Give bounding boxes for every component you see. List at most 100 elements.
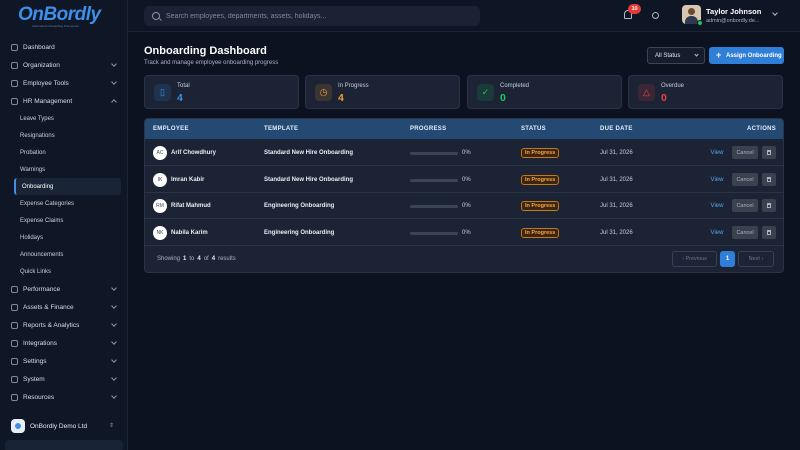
stat-value: 4: [177, 92, 183, 104]
sidebar-subitem-holidays[interactable]: Holidays: [0, 229, 128, 246]
alert-triangle-icon: △: [638, 84, 655, 101]
progress-bar: [410, 232, 458, 235]
users-icon: [11, 97, 18, 105]
stat-card-overdue: △ Overdue 0: [628, 75, 783, 109]
sidebar-item-performance[interactable]: Performance: [0, 280, 128, 298]
employee-avatar: NK: [153, 226, 167, 240]
view-button[interactable]: View: [707, 174, 727, 185]
sidebar-item-reports-analytics[interactable]: Reports & Analytics: [0, 316, 128, 334]
sidebar-item-label: Dashboard: [23, 43, 55, 51]
sidebar-subitem-warnings[interactable]: Warnings: [0, 161, 128, 178]
sidebar-nav: Dashboard Organization Employee Tools HR…: [0, 38, 128, 406]
sidebar-subitem-leave-types[interactable]: Leave Types: [0, 110, 128, 127]
report-icon: [11, 321, 18, 329]
page-title: Onboarding Dashboard: [144, 45, 267, 57]
user-email: admin@onbordly.de...: [706, 18, 760, 24]
sidebar-subitem-quick-links[interactable]: Quick Links: [0, 263, 128, 280]
previous-page-button[interactable]: ‹ Previous: [672, 251, 717, 267]
sidebar-subitem-resignations[interactable]: Resignations: [0, 127, 128, 144]
trash-icon[interactable]: [762, 199, 776, 212]
sidebar-item-settings[interactable]: Settings: [0, 352, 128, 370]
sidebar-item-organization[interactable]: Organization: [0, 56, 128, 74]
sidebar-item-resources[interactable]: Resources: [0, 388, 128, 406]
trash-icon[interactable]: [762, 226, 776, 239]
plug-icon: [11, 339, 18, 347]
table-row: AC Arif Chowdhury Standard New Hire Onbo…: [145, 139, 783, 166]
sidebar-subitem-probation[interactable]: Probation: [0, 144, 128, 161]
sidebar-item-hr-management[interactable]: HR Management: [0, 92, 128, 110]
results-total: 4: [211, 256, 216, 262]
cancel-button[interactable]: Cancel: [732, 173, 758, 186]
chevron-down-icon[interactable]: [772, 10, 778, 16]
status-badge: In Progress: [521, 228, 560, 238]
search-bar[interactable]: [144, 6, 480, 26]
progress-percent: 0%: [462, 203, 471, 209]
online-status-dot: [697, 20, 703, 26]
org-name: OnBordly Demo Ltd: [30, 422, 88, 430]
trash-icon[interactable]: [762, 173, 776, 186]
sidebar-item-label: Assets & Finance: [23, 303, 74, 311]
stat-value: 0: [661, 92, 667, 104]
sidebar-subitem-expense-claims[interactable]: Expense Claims: [0, 212, 128, 229]
sidebar-item-integrations[interactable]: Integrations: [0, 334, 128, 352]
org-switcher[interactable]: OnBordly Demo Ltd ⇕: [6, 414, 122, 438]
view-button[interactable]: View: [707, 227, 727, 238]
status-badge: In Progress: [521, 148, 560, 158]
search-input[interactable]: [166, 12, 466, 20]
page-number-button[interactable]: 1: [720, 251, 735, 267]
next-page-button[interactable]: Next ›: [738, 251, 774, 267]
progress-percent: 0%: [462, 150, 471, 156]
sidebar-item-assets-finance[interactable]: Assets & Finance: [0, 298, 128, 316]
sidebar-subitem-announcements[interactable]: Announcements: [0, 246, 128, 263]
view-button[interactable]: View: [707, 147, 727, 158]
sun-icon[interactable]: [652, 12, 659, 19]
topbar: 10 Taylor Johnson admin@onbordly.de...: [128, 0, 800, 32]
page-subtitle: Track and manage employee onboarding pro…: [144, 60, 279, 66]
cancel-button[interactable]: Cancel: [732, 199, 758, 212]
status-badge: In Progress: [521, 175, 560, 185]
status-filter-value: All Status: [655, 52, 681, 59]
trash-icon[interactable]: [762, 146, 776, 159]
progress-bar: [410, 179, 458, 182]
employee-avatar: RM: [153, 199, 167, 213]
chevron-down-icon: [111, 393, 117, 399]
progress-bar: [410, 205, 458, 208]
sidebar-item-employee-tools[interactable]: Employee Tools: [0, 74, 128, 92]
onboarding-table: EMPLOYEE TEMPLATE PROGRESS STATUS DUE DA…: [144, 118, 784, 273]
to-word: to: [189, 256, 195, 262]
view-button[interactable]: View: [707, 200, 727, 211]
employee-name: Imran Kabir: [171, 177, 205, 183]
cancel-button[interactable]: Cancel: [732, 226, 758, 239]
sidebar-item-label: Resources: [23, 393, 55, 401]
sidebar-item-system[interactable]: System: [0, 370, 128, 388]
chevron-down-icon: [111, 375, 117, 381]
sidebar-item-label: Reports & Analytics: [23, 321, 80, 329]
logo-tagline: Automated Onboarding Framework: [32, 24, 79, 28]
showing-word: Showing: [157, 256, 181, 262]
stat-value: 4: [338, 92, 344, 104]
status-filter-select[interactable]: All Status: [647, 47, 705, 64]
stat-label: Completed: [500, 83, 530, 89]
sidebar-item-dashboard[interactable]: Dashboard: [0, 38, 128, 56]
table-header: EMPLOYEE TEMPLATE PROGRESS STATUS DUE DA…: [145, 119, 783, 139]
wallet-icon: [11, 303, 18, 311]
book-icon: [11, 393, 18, 401]
of-word: of: [203, 256, 209, 262]
sidebar-subitem-expense-categories[interactable]: Expense Categories: [0, 195, 128, 212]
employee-name: Nabila Karim: [171, 230, 208, 236]
table-row: NK Nabila Karim Engineering Onboarding 0…: [145, 219, 783, 246]
due-date: Jul 31, 2026: [600, 230, 633, 236]
chevron-down-icon: [111, 339, 117, 345]
employee-avatar: AC: [153, 146, 167, 160]
brand-logo[interactable]: OnBordly Automated Onboarding Framework: [18, 4, 104, 28]
progress-percent: 0%: [462, 177, 471, 183]
table-row: RM Rifat Mahmud Engineering Onboarding 0…: [145, 192, 783, 219]
sidebar: OnBordly Automated Onboarding Framework …: [0, 0, 128, 450]
chart-icon: [11, 285, 18, 293]
cancel-button[interactable]: Cancel: [732, 146, 758, 159]
assign-onboarding-button[interactable]: + Assign Onboarding: [709, 47, 784, 64]
assign-onboarding-label: Assign Onboarding: [726, 52, 782, 59]
employee-name: Arif Chowdhury: [171, 150, 216, 156]
sidebar-bottom-card[interactable]: [5, 440, 123, 450]
sidebar-subitem-onboarding[interactable]: Onboarding: [14, 178, 121, 195]
